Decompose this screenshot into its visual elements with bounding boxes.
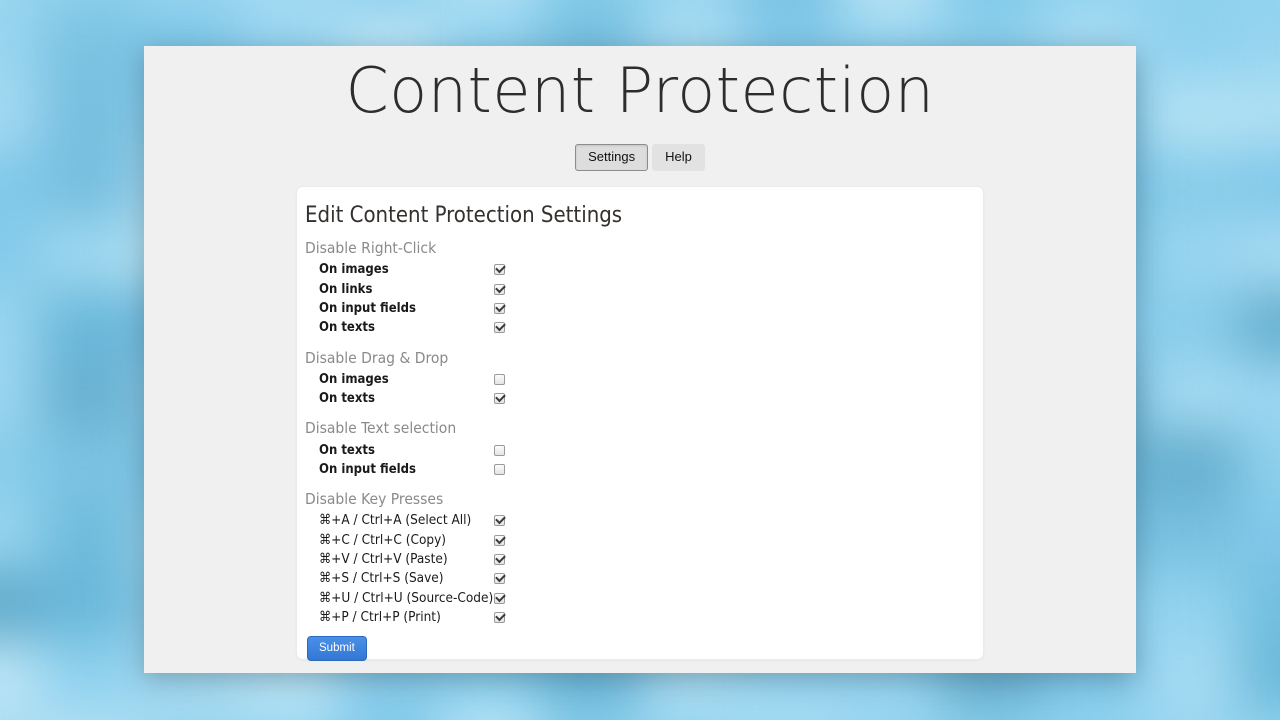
option-row: On input fields — [305, 460, 983, 479]
option-checkbox[interactable] — [494, 515, 505, 527]
option-checkbox[interactable] — [494, 283, 505, 295]
option-row: On links — [305, 279, 983, 298]
option-label: ⌘+U / Ctrl+U (Source-Code) — [319, 589, 494, 606]
settings-group: Disable Text selection On texts On input f… — [305, 417, 983, 479]
option-checkbox[interactable] — [494, 592, 505, 604]
option-checkbox[interactable] — [494, 463, 505, 475]
option-row: ⌘+V / Ctrl+V (Paste) — [305, 550, 983, 569]
tab-help[interactable]: Help — [652, 144, 705, 171]
option-row: ⌘+U / Ctrl+U (Source-Code) — [305, 589, 983, 608]
card-heading: Edit Content Protection Settings — [305, 203, 623, 228]
settings-group: Disable Drag & Drop On images On texts — [305, 347, 983, 409]
option-checkbox[interactable] — [494, 573, 505, 585]
option-row: On texts — [305, 318, 983, 337]
group-title: Disable Right-Click — [305, 239, 437, 257]
option-label: On input fields — [319, 461, 416, 477]
group-title: Disable Text selection — [305, 419, 457, 438]
option-row: ⌘+A / Ctrl+A (Select All) — [305, 511, 983, 530]
option-row: On texts — [305, 440, 983, 459]
option-label: On links — [319, 281, 373, 297]
option-checkbox[interactable] — [494, 554, 505, 566]
submit-button[interactable]: Submit — [307, 636, 367, 662]
settings-groups: Disable Right-Click On images On links On i… — [305, 237, 983, 627]
option-checkbox[interactable] — [494, 534, 505, 546]
option-label: On texts — [319, 320, 375, 336]
app-window: Content Protection Settings Help Edit Con… — [144, 46, 1136, 673]
page-title: Content Protection — [345, 54, 935, 127]
option-row: ⌘+P / Ctrl+P (Print) — [305, 608, 983, 627]
option-row: On images — [305, 370, 983, 389]
option-checkbox[interactable] — [494, 302, 505, 314]
settings-group: Disable Key Presses ⌘+A / Ctrl+A (Select … — [305, 488, 983, 627]
option-checkbox[interactable] — [494, 444, 505, 456]
option-label: On images — [319, 371, 389, 387]
settings-group: Disable Right-Click On images On links On i… — [305, 237, 983, 338]
group-title: Disable Drag & Drop — [305, 348, 449, 367]
tab-bar: Settings Help — [144, 144, 1136, 171]
option-label: ⌘+S / Ctrl+S (Save) — [319, 570, 444, 587]
option-label: ⌘+V / Ctrl+V (Paste) — [319, 551, 448, 568]
option-label: On input fields — [319, 300, 416, 316]
tab-settings[interactable]: Settings — [575, 144, 649, 171]
option-row: On images — [305, 260, 983, 279]
option-label: On texts — [319, 391, 375, 407]
option-checkbox[interactable] — [494, 264, 505, 276]
option-label: On images — [319, 262, 389, 278]
option-checkbox[interactable] — [494, 612, 505, 624]
option-label: ⌘+A / Ctrl+A (Select All) — [319, 512, 472, 529]
settings-card: Edit Content Protection Settings Disable… — [296, 186, 984, 662]
option-row: ⌘+C / Ctrl+C (Copy) — [305, 531, 983, 550]
option-row: On texts — [305, 389, 983, 408]
option-checkbox[interactable] — [494, 393, 505, 405]
option-label: ⌘+P / Ctrl+P (Print) — [319, 609, 441, 626]
option-row: On input fields — [305, 299, 983, 318]
group-title: Disable Key Presses — [305, 490, 444, 509]
option-label: On texts — [319, 442, 375, 458]
option-checkbox[interactable] — [494, 373, 505, 385]
option-label: ⌘+C / Ctrl+C (Copy) — [319, 531, 447, 548]
option-checkbox[interactable] — [494, 322, 505, 334]
option-row: ⌘+S / Ctrl+S (Save) — [305, 569, 983, 588]
